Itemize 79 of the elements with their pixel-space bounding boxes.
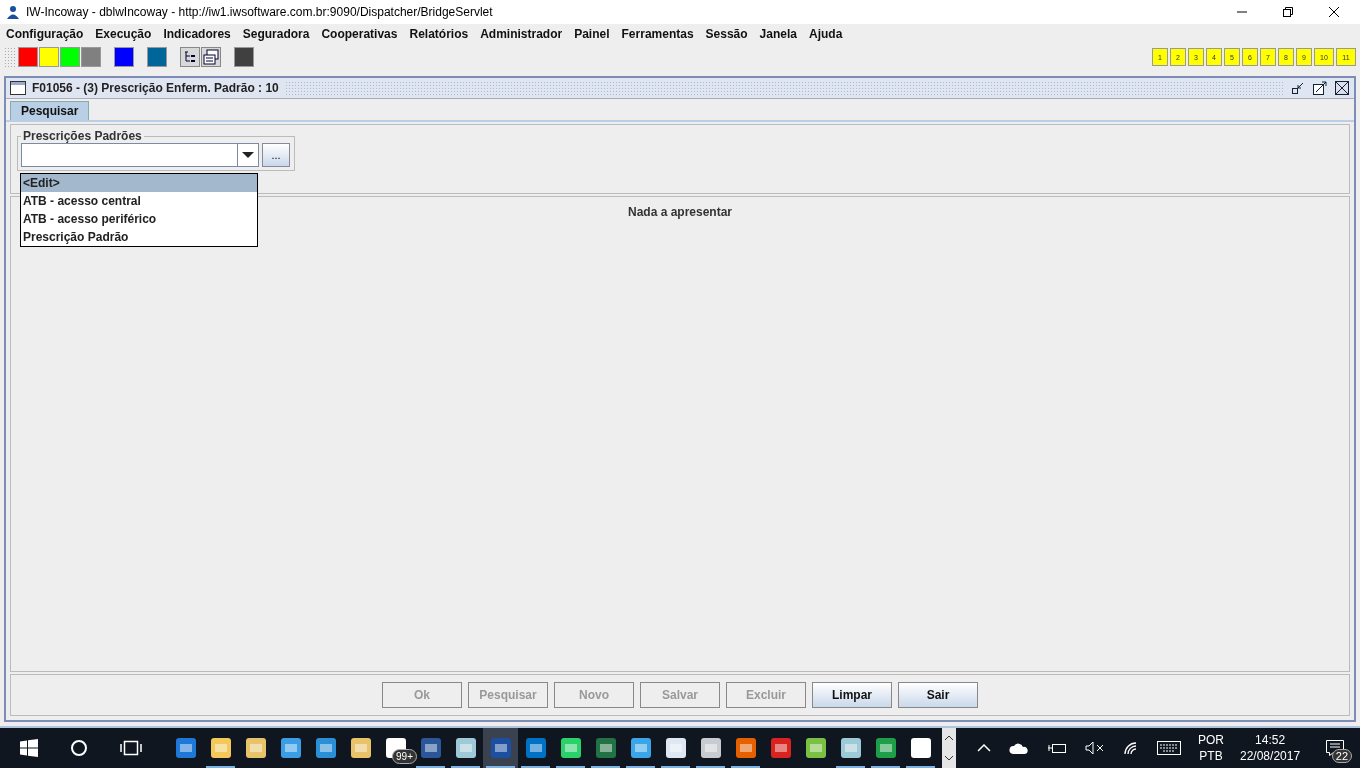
- color-swatch-button[interactable]: [39, 47, 59, 67]
- tree-icon[interactable]: [180, 47, 200, 67]
- windows-icon[interactable]: [201, 47, 221, 67]
- clock-date[interactable]: 22/08/2017: [1240, 749, 1301, 763]
- start-icon[interactable]: [20, 739, 38, 757]
- app-icon: [418, 736, 443, 760]
- notification-count: 22: [1331, 749, 1353, 763]
- maximize-icon[interactable]: [1312, 80, 1328, 96]
- menu-item[interactable]: Cooperativas: [321, 27, 398, 41]
- speaker-muted-icon[interactable]: [1085, 741, 1105, 755]
- app-icon: [593, 736, 618, 760]
- chevron-up-icon[interactable]: [944, 735, 954, 741]
- menu-item[interactable]: Ferramentas: [621, 27, 694, 41]
- app-icon: [873, 736, 898, 760]
- menu-item[interactable]: Seguradora: [242, 27, 310, 41]
- clock-time[interactable]: 14:52: [1255, 733, 1286, 747]
- dropdown-arrow-icon[interactable]: [242, 151, 254, 159]
- menu-item[interactable]: Configuração: [6, 27, 84, 41]
- menu-item[interactable]: Execução: [95, 27, 152, 41]
- menu-item[interactable]: Painel: [574, 27, 610, 41]
- wifi-icon[interactable]: [1123, 741, 1139, 755]
- app-icon: [838, 736, 863, 760]
- tab[interactable]: Pesquisar: [10, 101, 90, 120]
- close-icon[interactable]: [1334, 80, 1350, 96]
- keyboard-icon[interactable]: [1157, 741, 1181, 755]
- close-icon[interactable]: [1328, 6, 1340, 18]
- action-button[interactable]: Sair: [898, 682, 978, 708]
- app-icon: [908, 736, 933, 760]
- app-icon: [558, 736, 583, 760]
- app-icon: [348, 736, 373, 760]
- dropdown-option[interactable]: ATB - acesso periférico: [21, 210, 257, 228]
- count-badge: 99+: [392, 749, 417, 764]
- app-icon: [733, 736, 758, 760]
- empty-message: Nada a apresentar: [627, 205, 733, 221]
- app-icon: [523, 736, 548, 760]
- color-swatch-button[interactable]: [60, 47, 80, 67]
- window-title: IW-Incoway - dblwIncoway - http://iw1.iwsoftware.com.br:9090/Dispatcher/BridgeServlet: [26, 5, 494, 19]
- app-icon: [243, 736, 268, 760]
- cloud-icon[interactable]: [1009, 742, 1029, 754]
- task-view-icon[interactable]: [120, 739, 142, 757]
- app-icon: [278, 736, 303, 760]
- app-icon: [208, 736, 233, 760]
- group-label: Prescrições Padrões: [22, 129, 143, 143]
- app-icon: [488, 736, 513, 760]
- app-icon: [313, 736, 338, 760]
- browse-button[interactable]: ...: [262, 143, 290, 167]
- color-swatch-button[interactable]: [147, 47, 167, 67]
- minimize-icon[interactable]: [1290, 80, 1306, 96]
- taskbar-scroll[interactable]: [942, 728, 956, 768]
- menu-item[interactable]: Janela: [759, 27, 797, 41]
- color-swatch-button[interactable]: [234, 47, 254, 67]
- color-swatch-button[interactable]: [114, 47, 134, 67]
- app-icon: [628, 736, 653, 760]
- menu-item[interactable]: Ajuda: [808, 27, 843, 41]
- app-icon: [453, 736, 478, 760]
- app-icon: [698, 736, 723, 760]
- menu-item[interactable]: Sessão: [705, 27, 748, 41]
- app-icon: [173, 736, 198, 760]
- restore-icon[interactable]: [1282, 6, 1294, 18]
- app-icon: [768, 736, 793, 760]
- menu-item[interactable]: Administrador: [480, 27, 563, 41]
- search-icon[interactable]: [70, 739, 88, 757]
- app-icon: [663, 736, 688, 760]
- menu-item[interactable]: Relatórios: [409, 27, 469, 41]
- input-language[interactable]: POR: [1198, 733, 1224, 747]
- dropdown-option[interactable]: <Edit>: [21, 174, 257, 192]
- window-icon: [10, 81, 26, 95]
- color-swatch-button[interactable]: [81, 47, 101, 67]
- app-icon: [803, 736, 828, 760]
- frame-title: F01056 - (3) Prescrição Enferm. Padrão : 10: [32, 81, 279, 95]
- battery-plug-icon[interactable]: [1047, 742, 1067, 754]
- app-logo-icon: [5, 4, 21, 20]
- dropdown-option[interactable]: Prescrição Padrão: [21, 228, 257, 246]
- menu-item[interactable]: Indicadores: [163, 27, 231, 41]
- color-swatch-button[interactable]: [18, 47, 38, 67]
- keyboard-layout[interactable]: PTB: [1199, 749, 1223, 763]
- chevron-down-icon[interactable]: [944, 755, 954, 761]
- dropdown-option[interactable]: ATB - acesso central: [21, 192, 257, 210]
- action-button[interactable]: Limpar: [812, 682, 892, 708]
